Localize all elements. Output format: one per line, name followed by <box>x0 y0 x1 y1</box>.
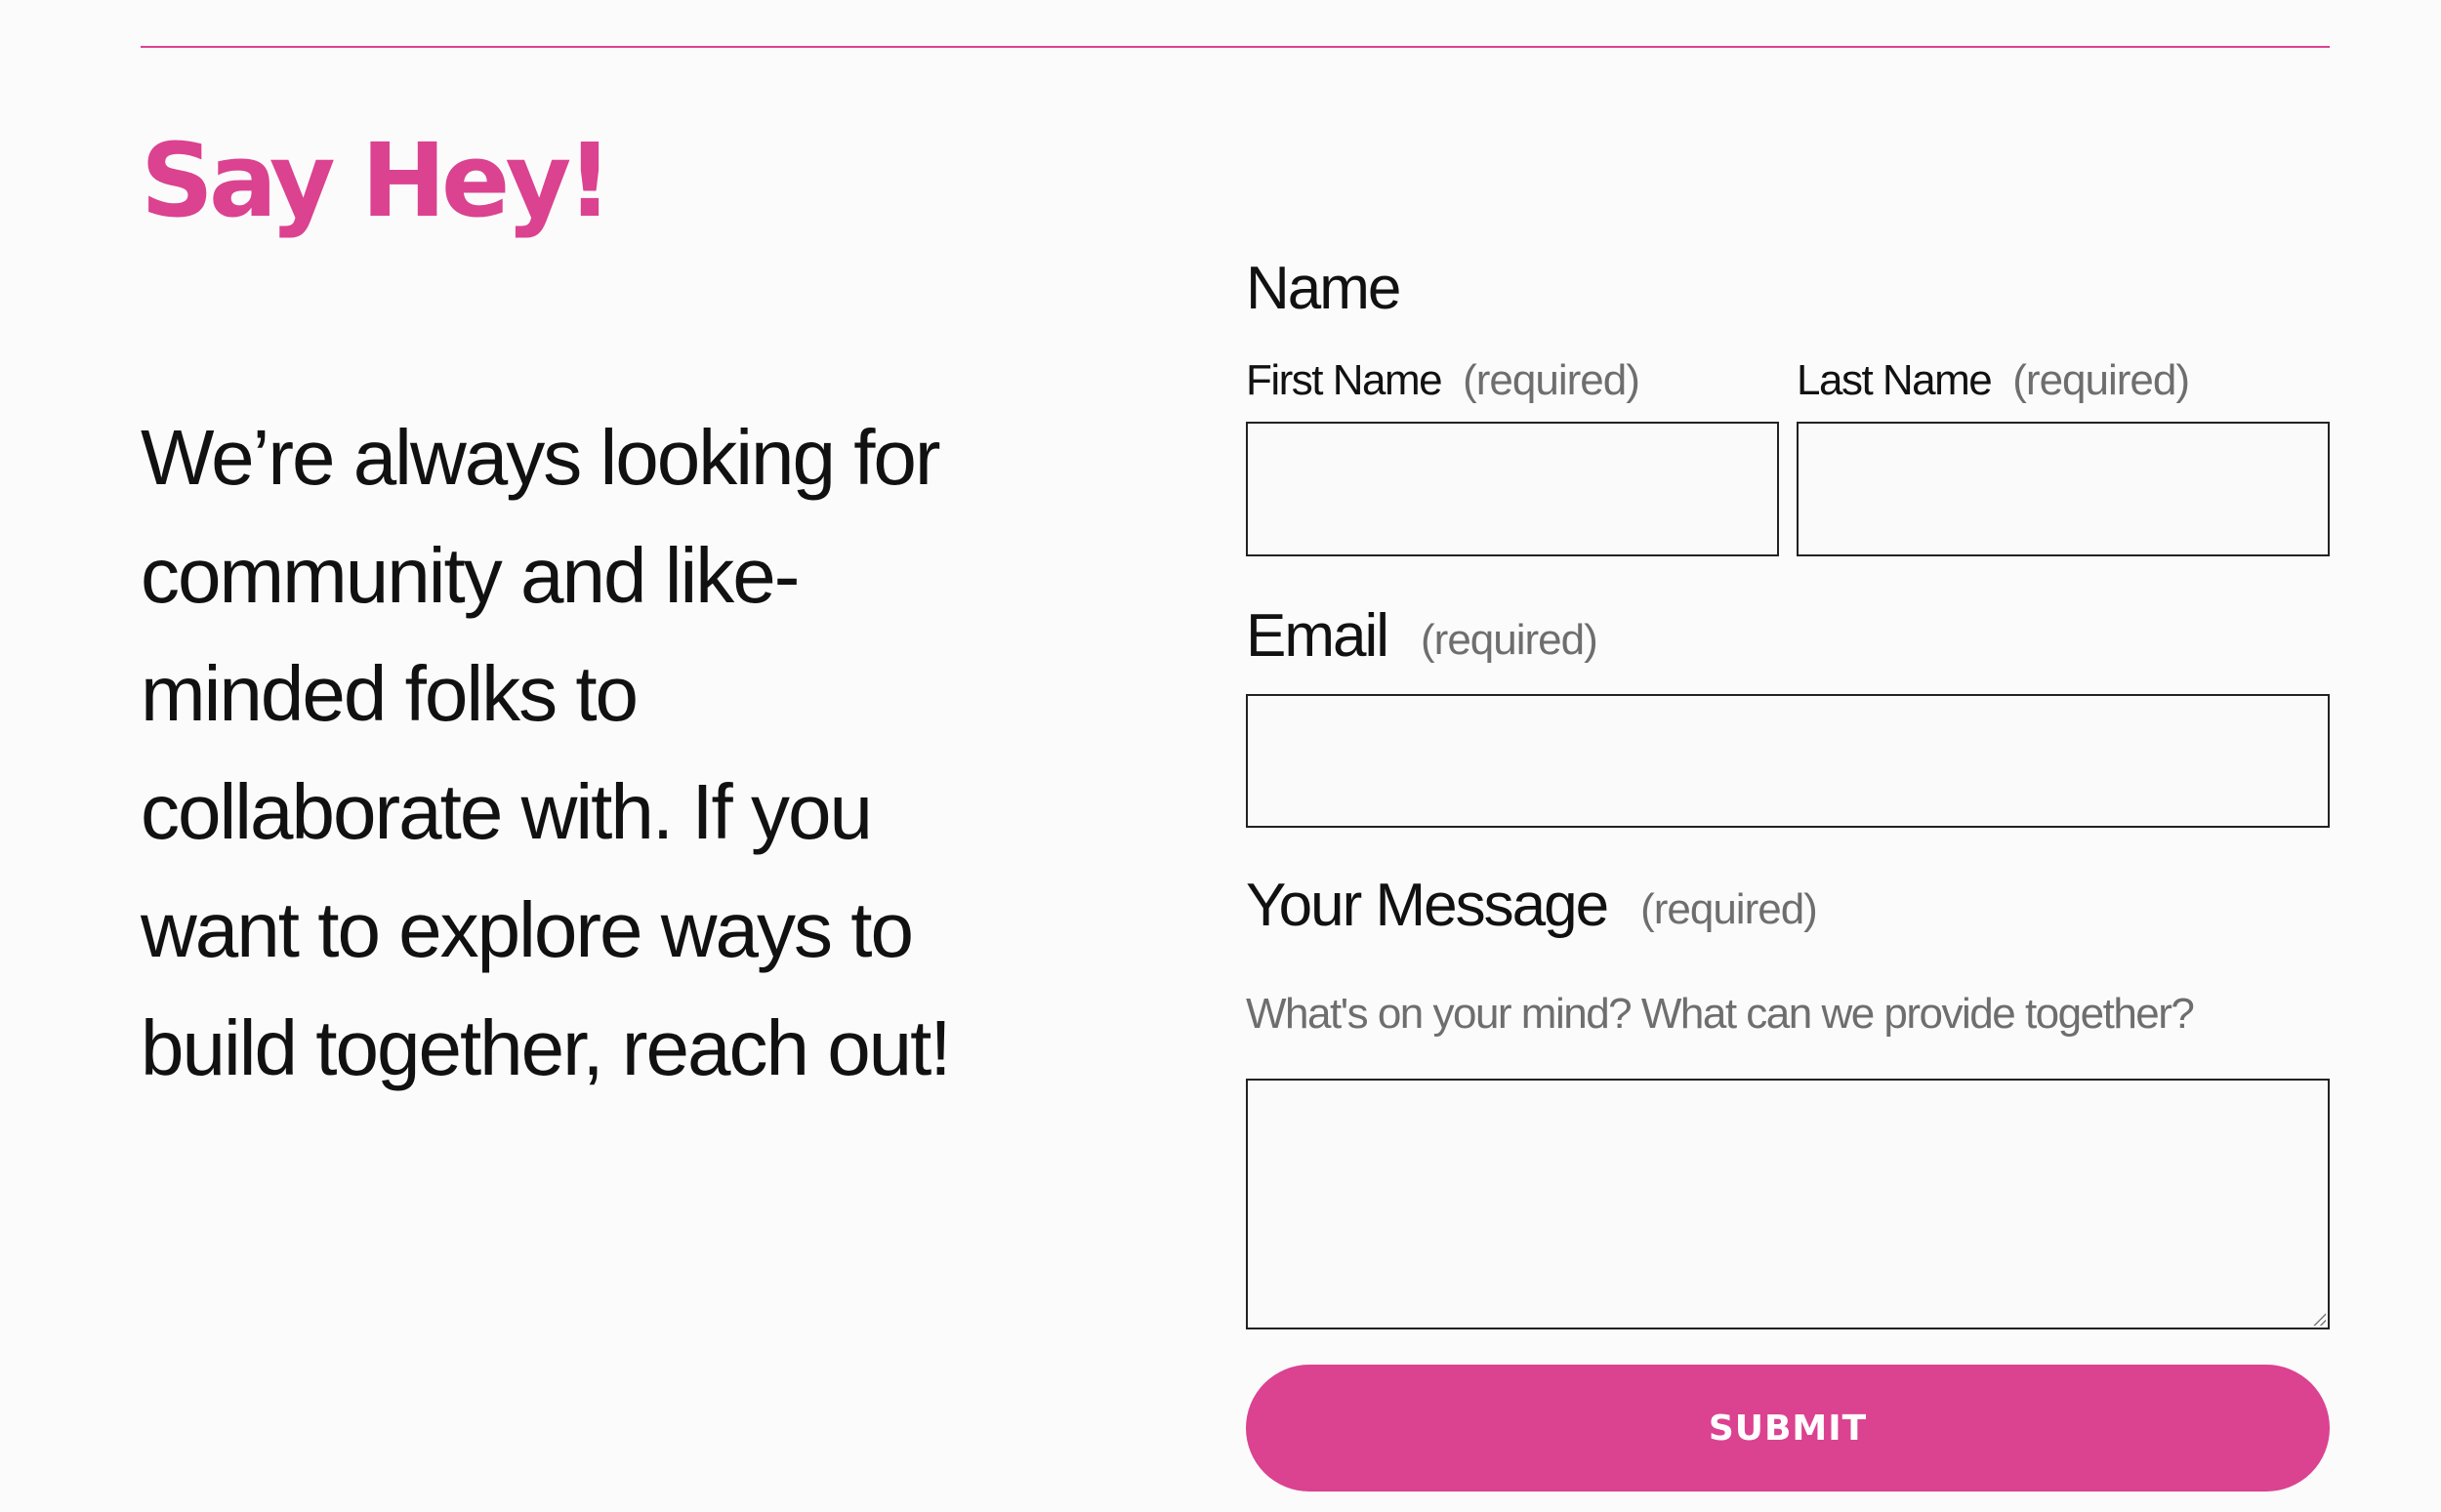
message-label: Your Message (required) <box>1246 867 1818 949</box>
last-name-input[interactable] <box>1797 422 2330 556</box>
last-name-label: Last Name (required) <box>1797 353 2190 408</box>
resize-handle-icon[interactable] <box>2312 1312 2326 1326</box>
email-input[interactable] <box>1246 694 2330 828</box>
first-name-input[interactable] <box>1246 422 1779 556</box>
intro-text: We’re always looking for community and l… <box>141 414 952 1091</box>
first-name-label-text: First Name <box>1246 356 1443 404</box>
last-name-label-text: Last Name <box>1797 356 1993 404</box>
email-label: Email (required) <box>1246 597 1598 679</box>
message-textarea[interactable] <box>1246 1079 2330 1329</box>
name-legend: Name <box>1246 255 1401 322</box>
contact-form: Name First Name (required) Last Name (requ… <box>1246 0 2330 1512</box>
message-label-text: Your Message <box>1246 872 1609 939</box>
page-heading: Say Hey! <box>141 121 613 240</box>
email-label-text: Email <box>1246 602 1389 670</box>
email-required-marker: (required) <box>1421 616 1598 664</box>
message-required-marker: (required) <box>1640 885 1818 933</box>
submit-button[interactable]: SUBMIT <box>1246 1365 2330 1492</box>
first-name-label: First Name (required) <box>1246 353 1640 408</box>
first-name-required-marker: (required) <box>1463 356 1640 404</box>
last-name-required-marker: (required) <box>2012 356 2190 404</box>
message-hint: What's on your mind? What can we provide… <box>1246 990 2195 1038</box>
